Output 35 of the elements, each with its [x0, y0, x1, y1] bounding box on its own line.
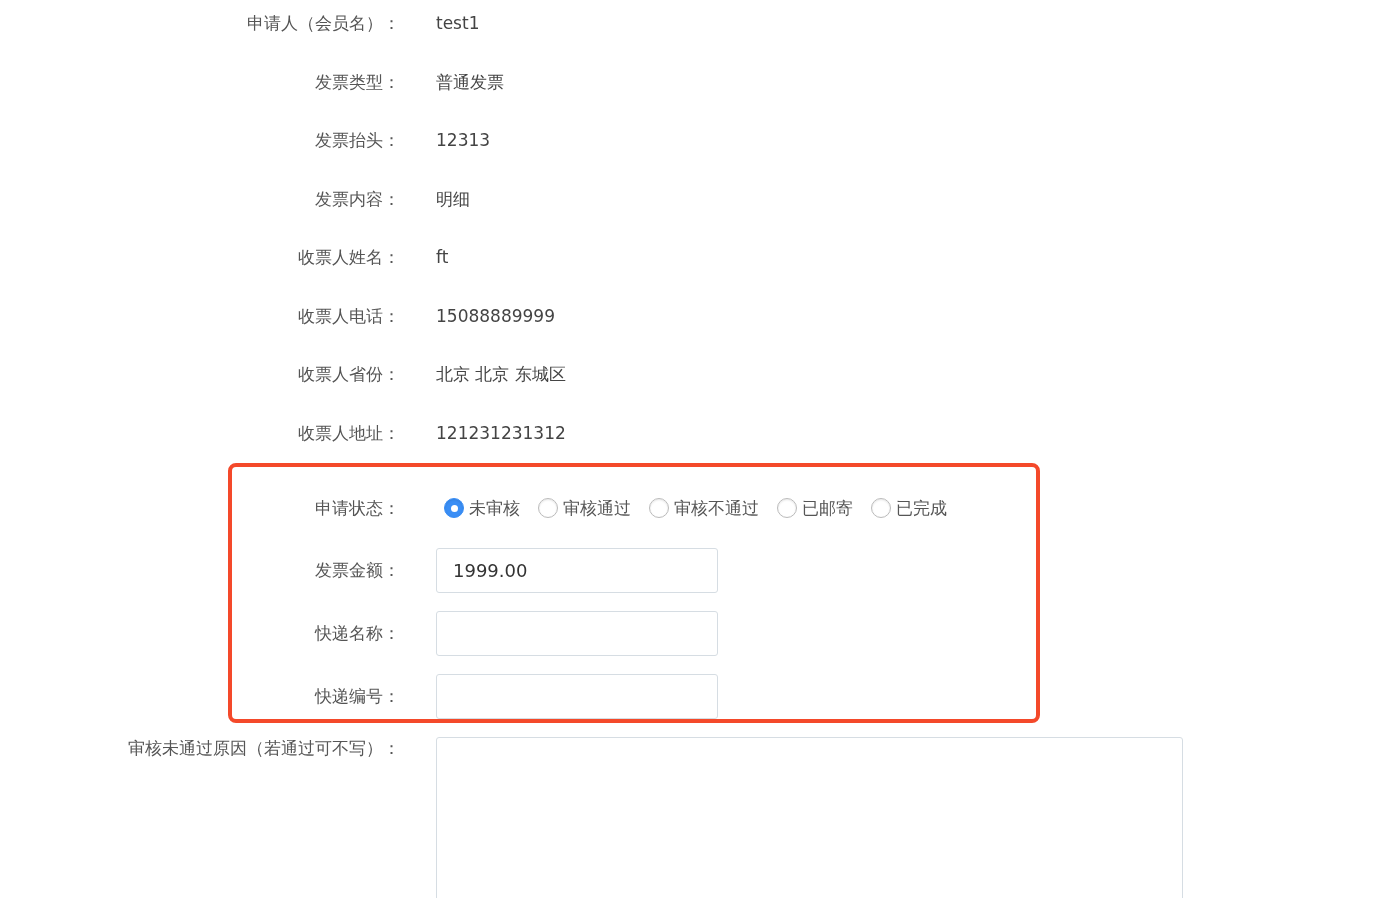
radio-label[interactable]: 已完成 — [896, 496, 947, 520]
radio-label[interactable]: 审核通过 — [563, 496, 631, 520]
input-field[interactable]: 1999.00 — [436, 548, 718, 593]
field-label: 收票人电话： — [298, 304, 400, 328]
input-field[interactable] — [436, 611, 718, 656]
field-label: 收票人省份： — [298, 363, 400, 386]
radio-button[interactable] — [777, 498, 797, 518]
field-label: 发票金额： — [315, 559, 400, 582]
input-field[interactable] — [436, 674, 718, 719]
field-value: 12313 — [436, 129, 491, 152]
radio-label[interactable]: 未审核 — [469, 496, 520, 520]
field-value: 15088889999 — [436, 304, 555, 328]
radio-label[interactable]: 审核不通过 — [674, 496, 759, 520]
field-label: 申请状态： — [315, 496, 400, 520]
field-label: 收票人姓名： — [298, 246, 400, 269]
radio-button[interactable] — [871, 498, 891, 518]
field-label: 发票内容： — [315, 187, 400, 211]
radio-button[interactable] — [444, 498, 464, 518]
field-value: 121231231312 — [436, 421, 566, 445]
field-value: test1 — [436, 12, 480, 35]
field-label: 快递名称： — [315, 622, 400, 645]
field-label: 发票抬头： — [315, 129, 400, 152]
field-value: 北京 北京 东城区 — [436, 363, 566, 386]
field-label: 快递编号： — [315, 685, 400, 708]
radio-button[interactable] — [538, 498, 558, 518]
radio-label[interactable]: 已邮寄 — [802, 496, 853, 520]
field-value: 普通发票 — [436, 70, 504, 94]
field-value: 明细 — [436, 187, 470, 211]
field-label: 发票类型： — [315, 70, 400, 94]
field-label: 申请人（会员名）： — [247, 12, 400, 35]
text-area[interactable] — [436, 737, 1183, 898]
field-label: 审核未通过原因（若通过可不写）： — [128, 737, 400, 760]
radio-button[interactable] — [649, 498, 669, 518]
field-label: 收票人地址： — [298, 421, 400, 445]
field-value: ft — [436, 246, 449, 269]
